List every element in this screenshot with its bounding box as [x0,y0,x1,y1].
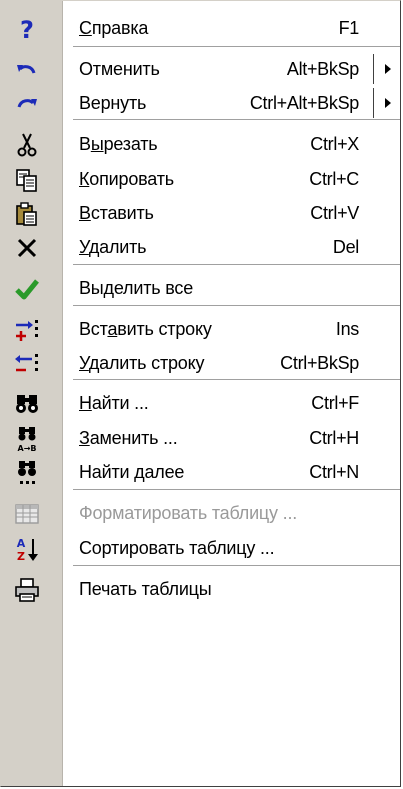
menu-item-shortcut: Ctrl+BkSp [280,353,359,373]
svg-text:A: A [17,537,26,550]
menu-item-label: Выделить все [79,278,194,298]
svg-text:Z: Z [17,550,25,562]
menu-item-format-table: Форматировать таблицу ... [1,495,400,531]
menu-item-find-next[interactable]: Найти далее Ctrl+N [1,454,400,490]
menu-item-shortcut: Ctrl+F [311,393,359,413]
menu-item-replace[interactable]: A→B Заменить ... Ctrl+H [1,420,400,456]
menu-item-label: Удалить [79,237,147,257]
chevron-right-icon [384,64,391,74]
submenu-arrow-button[interactable] [373,88,400,118]
redo-icon [14,91,40,117]
checkmark-icon [14,276,40,302]
menu-item-label: Удалить строку [79,353,205,373]
menu-item-label: Вырезать [79,134,158,154]
menu-item-label: Печать таблицы [79,579,212,599]
menu-item-shortcut: Ctrl+V [310,203,359,223]
chevron-right-icon [384,98,391,108]
paste-icon [14,201,40,227]
menu-item-shortcut: Ctrl+C [309,169,359,189]
menu-item-label: Вернуть [79,93,147,113]
menu-item-cut[interactable]: Вырезать Ctrl+X [1,126,400,162]
binoculars-icon [14,391,40,417]
menu-item-delete-row[interactable]: Удалить строку Ctrl+BkSp [1,345,400,381]
submenu-arrow-button[interactable] [373,54,400,84]
menu-item-help[interactable]: ? Справка F1 [1,10,400,46]
menu-item-shortcut: Del [332,237,359,257]
menu-item-label: Вставить [79,203,154,223]
menu-item-label: Справка [79,18,149,38]
undo-icon [14,57,40,83]
copy-icon [14,167,40,193]
printer-icon [14,577,40,603]
menu-item-select-all[interactable]: Выделить все [1,270,400,306]
menu-item-label: Форматировать таблицу ... [79,503,298,523]
menu-item-redo[interactable]: Вернуть Ctrl+Alt+BkSp [1,85,400,121]
table-icon [14,501,40,527]
sort-az-icon: AZ [14,536,40,562]
menu-item-label: Копировать [79,169,174,189]
menu-item-delete[interactable]: Удалить Del [1,229,400,265]
menu-item-sort-table[interactable]: A Z Сортировать таблицу ... [1,530,400,566]
menu-separator [73,46,400,48]
menu-item-shortcut: Ctrl+X [310,134,359,154]
svg-text:?: ? [20,16,34,42]
help-icon: ? [14,16,40,42]
menu-item-find[interactable]: Найти ... Ctrl+F [1,385,400,421]
menu-item-copy[interactable]: Копировать Ctrl+C [1,161,400,197]
menu-item-undo[interactable]: Отменить Alt+BkSp [1,51,400,87]
menu-item-label: Отменить [79,59,160,79]
menu-item-shortcut: Ctrl+H [309,428,359,448]
menu-item-label: Найти ... [79,393,149,413]
menu-item-label: Вставить строку [79,319,212,339]
menu-item-label: Найти далее [79,462,185,482]
delete-row-icon [14,351,40,377]
replace-icon: A→B [14,426,40,452]
menu-item-insert-row[interactable]: Вставить строку Ins [1,311,400,347]
menu-item-shortcut: Ctrl+Alt+BkSp [249,93,359,113]
menu-item-paste[interactable]: Вставить Ctrl+V [1,195,400,231]
menu-item-shortcut: Ins [335,319,359,339]
menu-item-shortcut: F1 [338,18,360,38]
menu-item-shortcut: Alt+BkSp [286,59,359,79]
menu-item-print-table[interactable]: Печать таблицы [1,571,400,607]
menu-item-label: Заменить ... [79,428,178,448]
menu-item-label: Сортировать таблицу ... [79,538,275,558]
edit-context-menu: ? Справка F1 Отменить Alt+BkSp Вернуть Ctrl+Al… [0,0,401,787]
find-next-icon [14,460,40,486]
scissors-icon [14,132,40,158]
delete-icon [14,235,40,261]
insert-row-icon [14,317,40,343]
svg-text:A→B: A→B [18,444,37,452]
menu-item-shortcut: Ctrl+N [309,462,359,482]
